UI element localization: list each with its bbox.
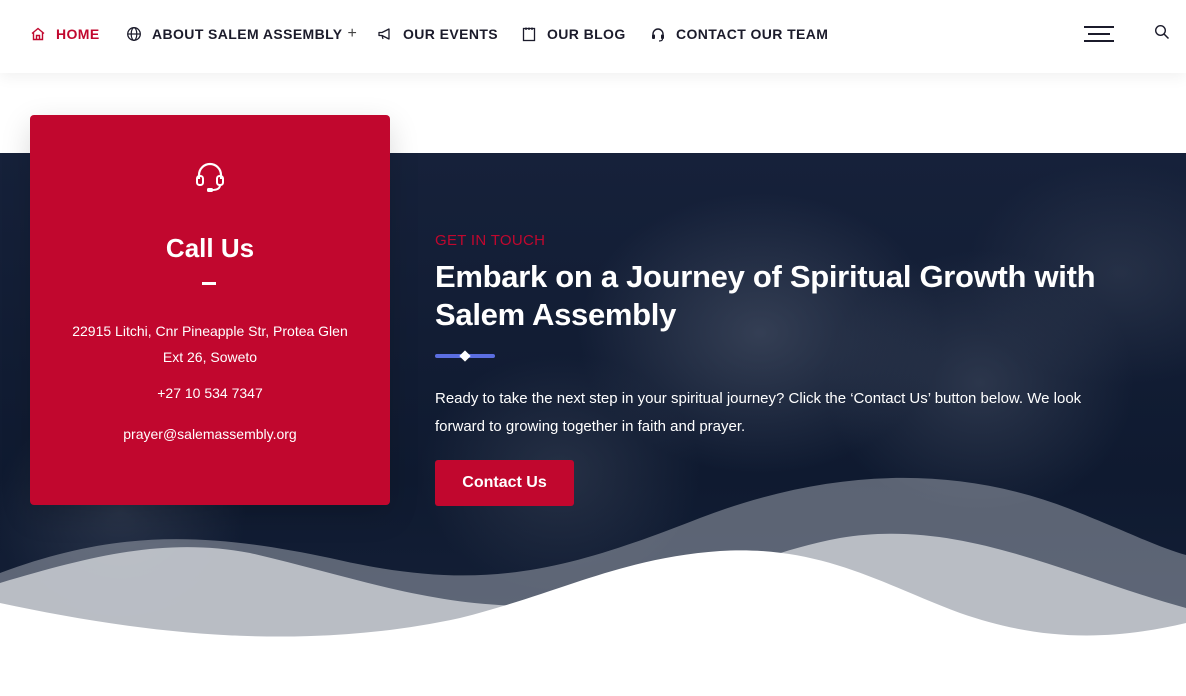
- nav-item-label: CONTACT OUR TEAM: [676, 26, 829, 42]
- section-eyebrow: GET IN TOUCH: [435, 232, 546, 249]
- nav-item-events[interactable]: OUR EVENTS: [377, 24, 498, 44]
- home-icon: [30, 26, 46, 42]
- nav-item-label: ABOUT SALEM ASSEMBLY: [152, 26, 343, 42]
- nav-item-label: OUR BLOG: [547, 26, 626, 42]
- top-navigation: HOME ABOUT SALEM ASSEMBLY + OUR EVENTS O…: [0, 0, 1186, 73]
- hero-description: Ready to take the next step in your spir…: [435, 390, 1082, 435]
- headline-underline: [435, 350, 495, 362]
- call-us-card: Call Us 22915 Litchi, Cnr Pineapple Str,…: [30, 115, 390, 505]
- headset-icon: [650, 26, 666, 42]
- submenu-plus-icon[interactable]: +: [348, 25, 358, 43]
- nav-item-label: HOME: [56, 26, 100, 42]
- contact-us-button[interactable]: Contact Us: [435, 460, 574, 506]
- hamburger-menu-icon[interactable]: [1084, 25, 1116, 43]
- search-icon[interactable]: [1154, 24, 1170, 40]
- nav-item-contact[interactable]: CONTACT OUR TEAM: [650, 24, 828, 44]
- nav-item-label: OUR EVENTS: [403, 26, 499, 42]
- headset-icon: [193, 159, 227, 193]
- notepad-icon: [521, 26, 537, 42]
- phone-link[interactable]: +27 10 534 7347: [30, 385, 390, 401]
- card-title: Call Us: [165, 233, 255, 263]
- megaphone-icon: [377, 26, 393, 42]
- hero-headline: Embark on a Journey of Spiritual Growth …: [435, 259, 1096, 332]
- email-link[interactable]: prayer@salemassembly.org: [30, 426, 390, 442]
- nav-item-blog[interactable]: OUR BLOG: [521, 24, 626, 44]
- title-divider: [202, 282, 216, 285]
- globe-icon: [126, 26, 142, 42]
- address-text: 22915 Litchi, Cnr Pineapple Str, Protea …: [72, 323, 348, 365]
- nav-item-about[interactable]: ABOUT SALEM ASSEMBLY +: [126, 24, 357, 44]
- nav-item-home[interactable]: HOME: [30, 24, 100, 44]
